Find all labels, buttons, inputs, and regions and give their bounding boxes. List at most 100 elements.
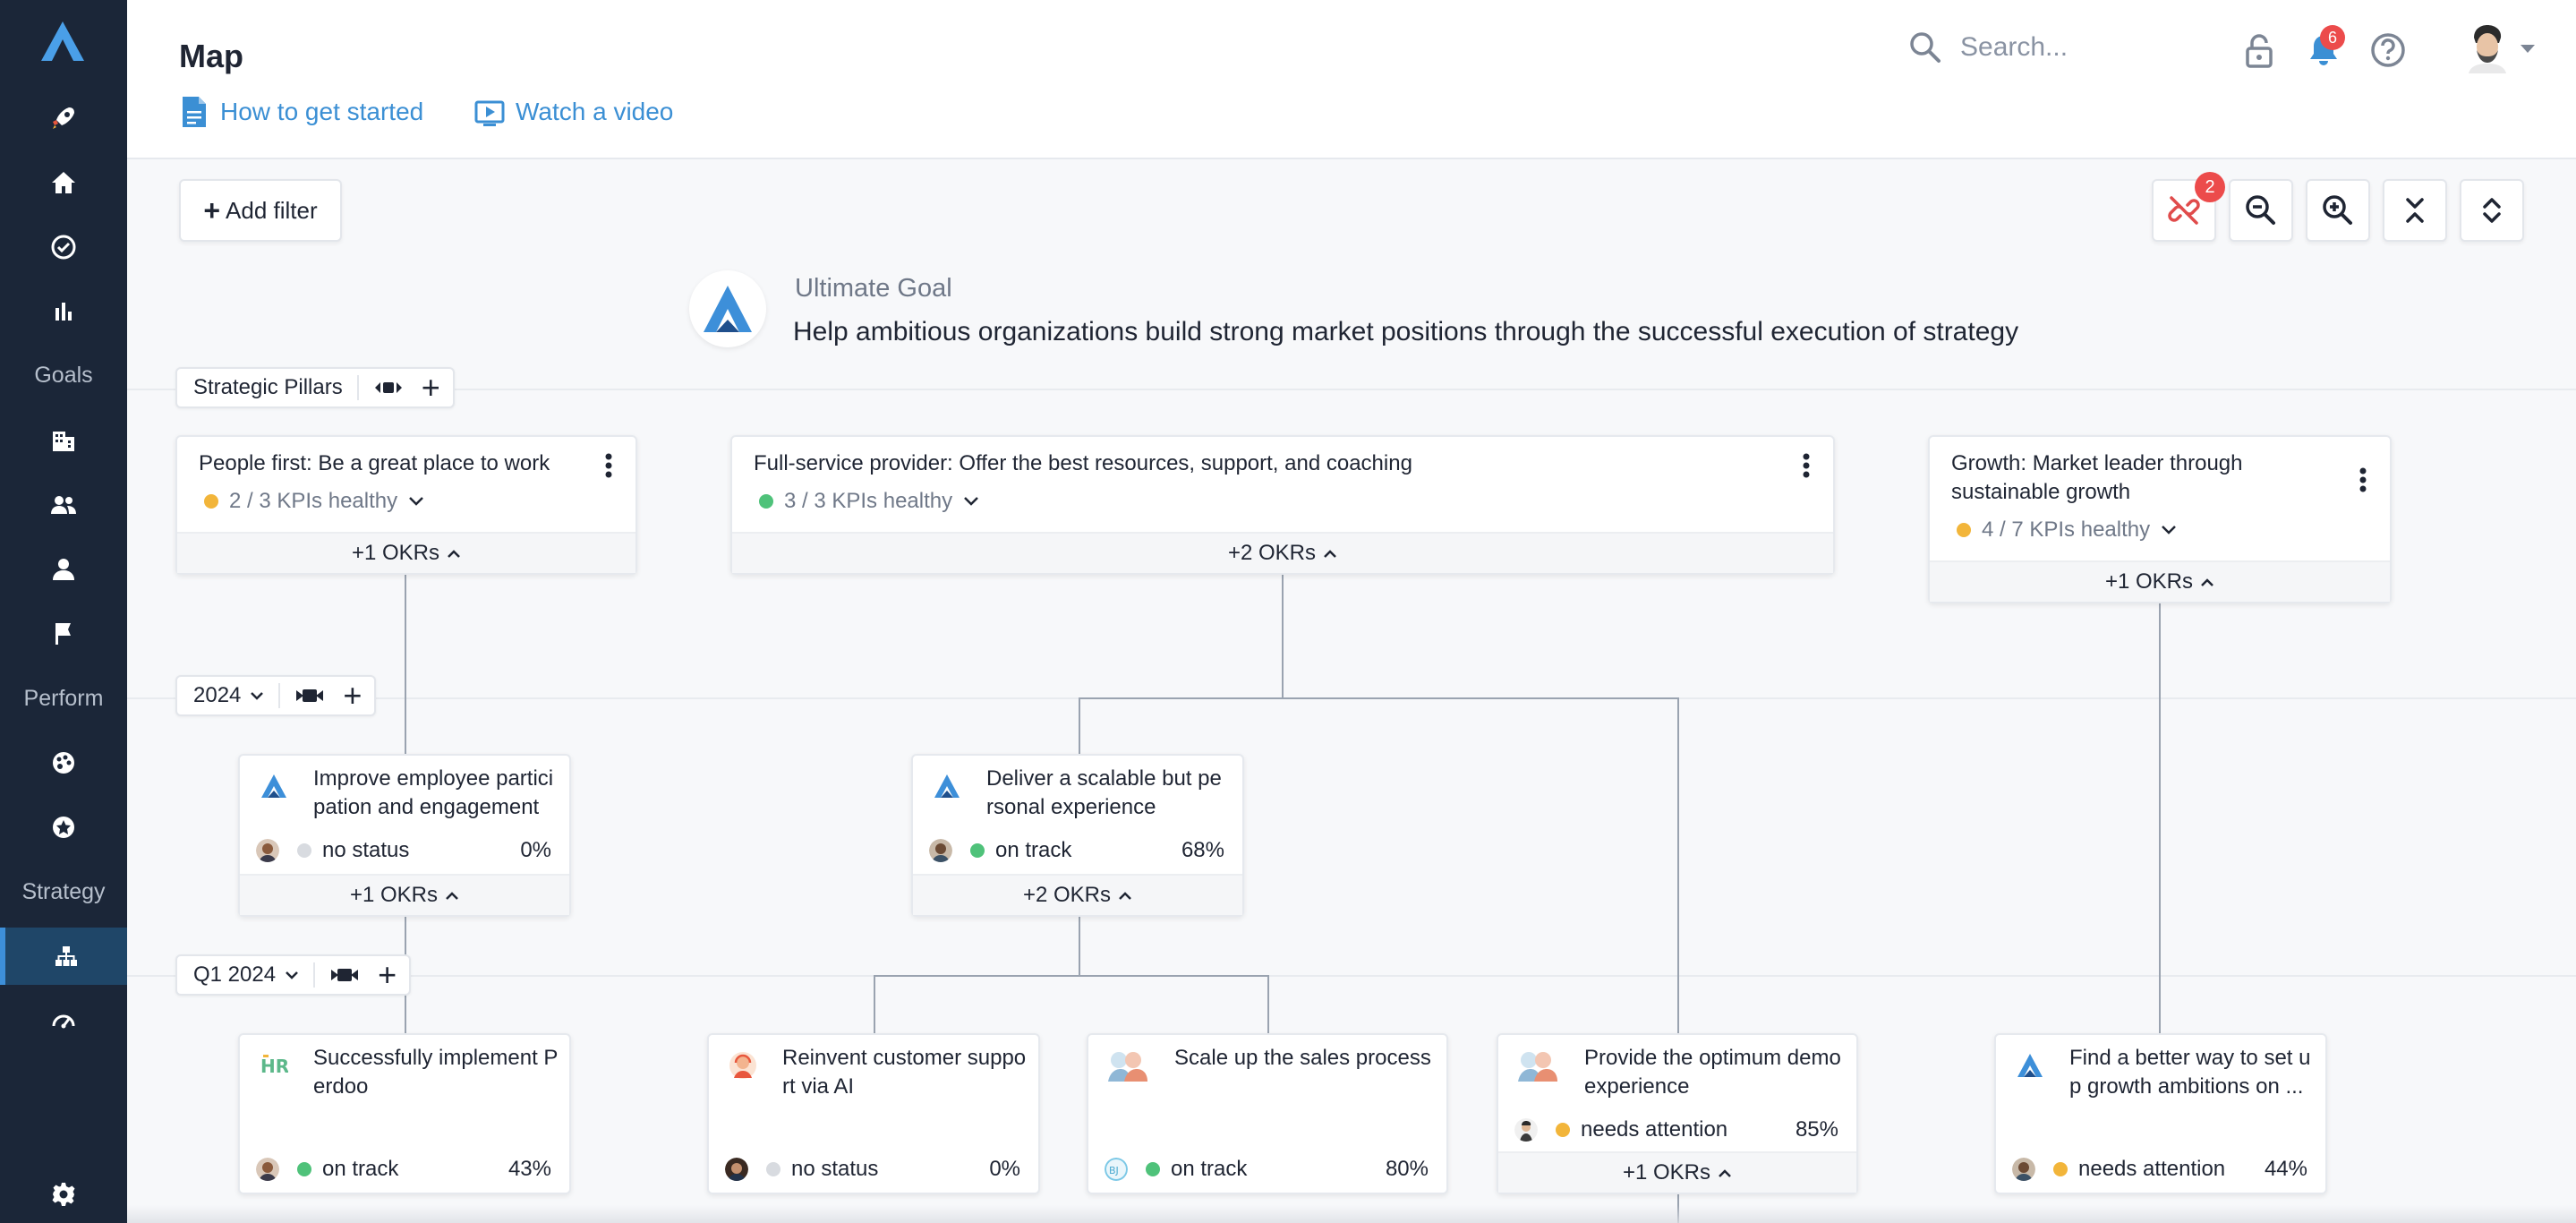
owner-avatar[interactable] <box>1514 1118 1538 1142</box>
status-dot <box>297 1162 311 1176</box>
chevron-down-icon <box>2162 526 2176 535</box>
collapse-horizontal-icon[interactable] <box>294 687 325 705</box>
sidebar-item-settings[interactable] <box>0 1166 127 1223</box>
owner-avatar[interactable] <box>929 839 952 862</box>
objective-title: Improve employee partici pation and enga… <box>313 765 553 822</box>
watch-video-link[interactable]: Watch a video <box>474 95 673 129</box>
status-dot <box>1556 1123 1570 1137</box>
objective-card[interactable]: Improve employee partici pation and enga… <box>238 754 571 917</box>
add-quarter-objective-button[interactable]: + <box>378 959 397 991</box>
page-title: Map <box>179 38 243 74</box>
sidebar-item-milestones[interactable] <box>0 605 127 663</box>
pillar-title: Growth: Market leader through sustainabl… <box>1951 449 2243 507</box>
zoom-out-button[interactable] <box>2229 179 2293 242</box>
sidebar-item-tasks[interactable] <box>0 218 127 276</box>
kpi-summary[interactable]: 3 / 3 KPIs healthy <box>759 489 979 514</box>
sidebar-section-perform: Perform <box>23 686 104 711</box>
add-filter-button[interactable]: + Add filter <box>179 179 342 242</box>
sidebar-item-engagement[interactable] <box>0 734 127 791</box>
chevron-up-icon <box>2201 577 2213 586</box>
okr-toggle[interactable]: +2 OKRs <box>913 874 1242 915</box>
sidebar-item-home[interactable] <box>0 154 127 211</box>
owner-avatar[interactable]: BJ <box>1105 1158 1128 1181</box>
lock-icon[interactable] <box>2239 30 2279 70</box>
owner-avatar[interactable] <box>256 1158 279 1181</box>
how-to-get-started-link[interactable]: How to get started <box>179 95 423 129</box>
expand-all-button[interactable] <box>2460 179 2524 242</box>
watch-video-label: Watch a video <box>516 98 674 125</box>
okr-toggle[interactable]: +1 OKRs <box>1930 560 2390 602</box>
owner-avatar[interactable] <box>725 1158 748 1181</box>
objective-card[interactable]: HR Successfully implement P erdoo on tra… <box>238 1033 571 1194</box>
connector-line <box>1079 917 1080 976</box>
app-logo-icon[interactable] <box>39 20 86 63</box>
pillar-card[interactable]: Full-service provider: Offer the best re… <box>730 435 1835 575</box>
pill-divider <box>278 683 281 708</box>
okr-toggle[interactable]: +1 OKRs <box>240 874 569 915</box>
pillar-card[interactable]: People first: Be a great place to work 2… <box>175 435 637 575</box>
notification-badge: 6 <box>2320 25 2345 50</box>
more-options-icon[interactable] <box>1803 453 1810 478</box>
sidebar-item-reports[interactable] <box>0 283 127 340</box>
kpi-summary[interactable]: 4 / 7 KPIs healthy <box>1957 517 2177 543</box>
sidebar-item-company[interactable] <box>0 412 127 469</box>
sidebar-section-goals: Goals <box>34 363 93 388</box>
chevron-up-icon <box>446 891 458 900</box>
sidebar-section-strategy: Strategy <box>21 879 106 904</box>
unlinked-count-badge: 2 <box>2195 172 2225 202</box>
okr-toggle[interactable]: +1 OKRs <box>177 532 635 573</box>
objective-title: Find a better way to set u p growth ambi… <box>2069 1044 2310 1101</box>
objective-card[interactable]: Reinvent customer suppo rt via AI no sta… <box>707 1033 1040 1194</box>
kpi-label: 3 / 3 KPIs healthy <box>784 489 953 513</box>
company-logo-icon <box>704 286 752 332</box>
user-avatar[interactable] <box>2465 23 2510 73</box>
owner-avatar[interactable] <box>2012 1158 2035 1181</box>
okr-toggle[interactable]: +1 OKRs <box>1498 1151 1856 1193</box>
objective-card[interactable]: Deliver a scalable but pe rsonal experie… <box>911 754 1244 917</box>
search-input[interactable]: Search... <box>1908 30 2068 64</box>
sidebar-item-teams[interactable] <box>0 476 127 534</box>
flag-icon <box>55 623 71 645</box>
collapse-horizontal-icon[interactable] <box>329 966 360 984</box>
help-icon[interactable] <box>2368 30 2408 70</box>
status-label: on track <box>995 838 1072 862</box>
objective-card[interactable]: Scale up the sales process BJ on track 8… <box>1087 1033 1448 1194</box>
kpi-status-dot <box>204 494 218 509</box>
ultimate-goal-text[interactable]: Help ambitious organizations build stron… <box>793 317 2018 347</box>
add-pillar-button[interactable]: + <box>422 372 440 404</box>
more-options-icon[interactable] <box>2359 467 2367 492</box>
sidebar-item-map[interactable] <box>0 928 127 985</box>
sidebar-item-personal[interactable] <box>0 541 127 598</box>
plus-icon: + <box>203 193 221 227</box>
owner-avatar[interactable] <box>256 839 279 862</box>
chevron-down-icon[interactable] <box>285 970 299 980</box>
objective-card[interactable]: Find a better way to set u p growth ambi… <box>1994 1033 2327 1194</box>
chevron-down-icon[interactable] <box>250 690 264 701</box>
pillar-title-line: sustainable growth <box>1951 480 2131 504</box>
objective-status-row: on track 68% <box>929 838 1224 863</box>
progress-value: 0% <box>520 838 551 862</box>
pill-divider <box>356 375 359 400</box>
gauge-icon <box>52 1014 75 1029</box>
okr-count: +1 OKRs <box>349 883 439 907</box>
progress-value: 0% <box>989 1157 1020 1181</box>
level-label: Q1 2024 <box>193 962 277 987</box>
gear-icon <box>52 1183 75 1206</box>
connector-line <box>1079 697 1080 757</box>
progress-value: 43% <box>508 1157 551 1181</box>
sidebar-item-dashboard[interactable] <box>0 992 127 1049</box>
kpi-summary[interactable]: 2 / 3 KPIs healthy <box>204 489 424 514</box>
objective-card[interactable]: Provide the optimum demo experience need… <box>1497 1033 1858 1194</box>
sidebar-item-reviews[interactable] <box>0 799 127 856</box>
user-menu-caret[interactable] <box>2521 45 2535 53</box>
objective-title-line: experience <box>1584 1074 1690 1099</box>
scroll-fade <box>127 1205 2576 1223</box>
pillar-card[interactable]: Growth: Market leader through sustainabl… <box>1928 435 2392 603</box>
okr-toggle[interactable]: +2 OKRs <box>732 532 1833 573</box>
collapse-all-button[interactable] <box>2383 179 2447 242</box>
add-year-objective-button[interactable]: + <box>343 680 362 712</box>
zoom-in-button[interactable] <box>2306 179 2370 242</box>
more-options-icon[interactable] <box>605 453 612 478</box>
collapse-horizontal-icon[interactable] <box>373 379 404 397</box>
sidebar-item-launch[interactable] <box>0 90 127 147</box>
